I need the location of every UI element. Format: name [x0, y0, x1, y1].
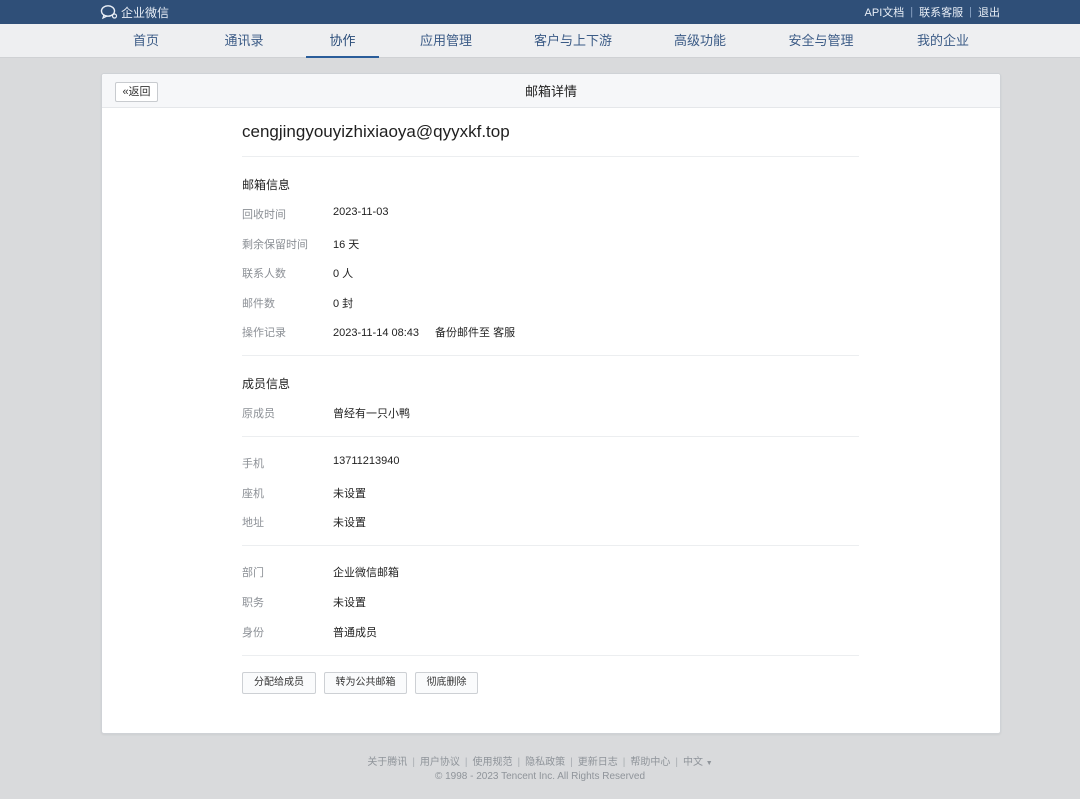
mailbox-info-title: 邮箱信息 [242, 178, 291, 192]
divider: | [464, 757, 468, 768]
divider [242, 655, 859, 656]
member-info-title: 成员信息 [242, 377, 291, 391]
nav-home[interactable]: 首页 [120, 24, 172, 58]
footer-links: 关于腾讯 | 用户协议 | 使用规范 | 隐私政策 | 更新日志 | 帮助中心 | 中文 ▼ [0, 753, 1080, 768]
landline-value: 未设置 [333, 488, 366, 500]
nav-my-company[interactable]: 我的企业 [908, 24, 978, 58]
role-value: 普通成员 [333, 627, 377, 639]
nav-collaboration[interactable]: 协作 [306, 24, 379, 58]
divider [242, 355, 859, 356]
footer-about-link[interactable]: 关于腾讯 [367, 757, 407, 768]
recycle-time-label: 回收时间 [242, 209, 286, 221]
logo-text: 企业微信 [121, 5, 170, 20]
top-bar: 企业微信 API文档 | 联系客服 | 退出 [0, 0, 1080, 24]
divider [242, 545, 859, 546]
convert-to-public-mailbox-button[interactable]: 转为公共邮箱 [324, 672, 407, 694]
divider: | [675, 757, 678, 768]
copyright: © 1998 - 2023 Tencent Inc. All Rights Re… [434, 771, 646, 782]
assign-to-member-button[interactable]: 分配给成员 [242, 672, 316, 694]
language-label: 中文 [682, 757, 703, 768]
logout-link[interactable]: 退出 [978, 4, 1000, 20]
footer-privacy-link[interactable]: 隐私政策 [525, 757, 565, 768]
nav-contacts[interactable]: 通讯录 [214, 24, 274, 58]
main-nav: 首页 通讯录 协作 应用管理 客户与上下游 高级功能 安全与管理 我的企业 [0, 24, 1080, 58]
divider: | [517, 757, 521, 768]
department-label: 部门 [242, 567, 264, 579]
operation-log-value: 2023-11-14 08:43 备份邮件至 客服 [333, 324, 515, 340]
position-label: 职务 [242, 597, 264, 609]
nav-advanced[interactable]: 高级功能 [664, 24, 736, 58]
operation-time: 2023-11-14 08:43 [333, 327, 420, 339]
department-value: 企业微信邮箱 [333, 567, 399, 579]
divider: | [570, 757, 573, 768]
address-label: 地址 [242, 517, 264, 529]
card-header: «返回 邮箱详情 [102, 74, 1000, 108]
address-value: 未设置 [333, 517, 366, 529]
footer-usage-link[interactable]: 使用规范 [473, 757, 513, 768]
divider: | [969, 6, 972, 18]
nav-customers[interactable]: 客户与上下游 [527, 24, 619, 58]
mobile-value: 13711213940 [333, 455, 400, 467]
divider [242, 156, 859, 157]
api-docs-link[interactable]: API文档 [865, 4, 905, 20]
contacts-count-value: 0 人 [333, 268, 354, 280]
operation-log-label: 操作记录 [242, 327, 286, 339]
delete-permanently-button[interactable]: 彻底删除 [415, 672, 478, 694]
landline-label: 座机 [242, 488, 264, 500]
top-links: API文档 | 联系客服 | 退出 [865, 0, 1000, 24]
page-title: 邮箱详情 [524, 84, 577, 99]
position-value: 未设置 [333, 597, 366, 609]
footer-help-link[interactable]: 帮助中心 [630, 757, 670, 768]
divider: | [412, 757, 415, 768]
divider [242, 436, 859, 437]
operation-detail: 备份邮件至 客服 [435, 327, 516, 339]
role-label: 身份 [242, 627, 264, 639]
mailbox-address: cengjingyouyizhixiaoya@qyyxkf.top [242, 122, 510, 141]
mail-count-value: 0 封 [333, 298, 354, 310]
chevron-down-icon: ▼ [705, 760, 713, 767]
footer-changelog-link[interactable]: 更新日志 [578, 757, 618, 768]
retention-label: 剩余保留时间 [242, 239, 308, 251]
mailbox-detail-card: «返回 邮箱详情 cengjingyouyizhixiaoya@qyyxkf.t… [101, 73, 1001, 734]
original-member-label: 原成员 [242, 408, 275, 420]
wecom-logo-icon [100, 5, 118, 20]
retention-value: 16 天 [333, 239, 360, 251]
nav-app-management[interactable]: 应用管理 [410, 24, 482, 58]
logo[interactable]: 企业微信 [100, 4, 169, 20]
nav-security[interactable]: 安全与管理 [778, 24, 864, 58]
original-member-value: 曾经有一只小鸭 [333, 408, 410, 420]
divider: | [910, 6, 914, 18]
contact-support-link[interactable]: 联系客服 [919, 4, 963, 20]
recycle-time-value: 2023-11-03 [333, 206, 389, 218]
footer-terms-link[interactable]: 用户协议 [420, 757, 460, 768]
mobile-label: 手机 [242, 458, 264, 470]
contacts-count-label: 联系人数 [242, 268, 286, 280]
language-selector[interactable]: 中文 ▼ [683, 757, 713, 768]
divider: | [622, 757, 626, 768]
mail-count-label: 邮件数 [242, 298, 275, 310]
